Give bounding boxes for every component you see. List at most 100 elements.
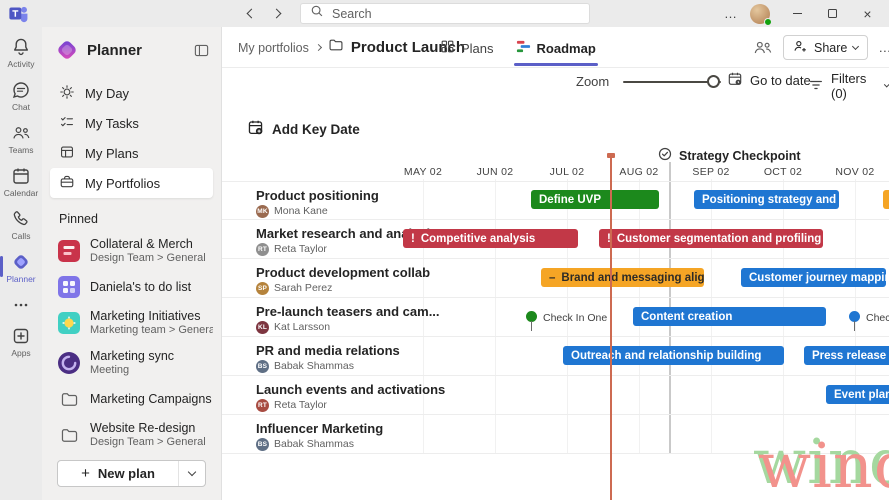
task-bar[interactable]: Event planning bbox=[826, 385, 889, 404]
task-bar[interactable]: Positioning strategy and mess... bbox=[694, 190, 839, 209]
pinned-plan[interactable]: Marketing Campaigns bbox=[42, 383, 221, 415]
key-date-label: Strategy Checkpoint bbox=[679, 149, 801, 163]
pinned-plan[interactable]: Marketing syncMeeting bbox=[42, 343, 221, 383]
sidebar-item-my-tasks[interactable]: My Tasks bbox=[50, 108, 213, 138]
row-owner: Reta Taylor bbox=[274, 399, 327, 411]
titlebar-more-icon[interactable]: … bbox=[724, 6, 738, 21]
row-title: PR and media relations bbox=[256, 343, 400, 358]
rail-item-planner[interactable]: Planner bbox=[0, 247, 42, 290]
pinned-plan-title: Marketing Campaigns bbox=[90, 391, 212, 407]
pinned-plan[interactable]: Website Re-designDesign Team > General bbox=[42, 415, 221, 455]
task-flag-icon: – bbox=[549, 272, 555, 284]
sidebar-item-my-plans[interactable]: My Plans bbox=[50, 138, 213, 168]
pinned-plan[interactable]: Marketing InitiativesMarketing team > Ge… bbox=[42, 303, 221, 343]
close-icon[interactable]: × bbox=[854, 0, 881, 27]
task-bar[interactable]: Outreach and relationship building bbox=[563, 346, 784, 365]
sidebar-item-label: My Tasks bbox=[85, 116, 139, 131]
forward-icon[interactable] bbox=[272, 9, 282, 19]
portfolio-icon bbox=[59, 174, 75, 193]
new-plan-dropdown[interactable] bbox=[178, 461, 205, 486]
task-bar[interactable]: Content creation bbox=[633, 307, 826, 326]
filters-button[interactable]: Filters (0) bbox=[808, 71, 889, 101]
rail-item-more[interactable] bbox=[0, 290, 42, 321]
row-owner: Reta Taylor bbox=[274, 243, 327, 255]
sun-icon bbox=[59, 84, 75, 103]
milestone-label: Check In bbox=[866, 312, 889, 324]
breadcrumb-portfolios-link[interactable]: My portfolios bbox=[238, 41, 309, 55]
task-bar[interactable]: !Customer segmentation and profiling bbox=[599, 229, 823, 248]
folder-icon bbox=[58, 424, 80, 446]
back-icon[interactable] bbox=[247, 9, 257, 19]
search-input[interactable]: Search bbox=[300, 3, 590, 24]
planner-logo-icon bbox=[55, 38, 79, 62]
search-icon bbox=[310, 4, 324, 23]
teams-icon bbox=[11, 123, 31, 143]
plan-more-icon[interactable]: … bbox=[878, 40, 889, 55]
avatar: RT bbox=[256, 399, 269, 412]
rail-item-teams[interactable]: Teams bbox=[0, 118, 42, 161]
milestone-marker[interactable]: Check In One bbox=[526, 311, 537, 322]
task-bar[interactable]: Define UVP bbox=[531, 190, 659, 209]
tab-roadmap[interactable]: Roadmap bbox=[514, 32, 598, 67]
planner-icon bbox=[11, 252, 31, 272]
row-owner: Babak Shammas bbox=[274, 360, 354, 372]
task-bar[interactable] bbox=[883, 190, 889, 209]
roadmap-row: Influencer MarketingBSBabak Shammas bbox=[222, 415, 889, 454]
plans-icon bbox=[59, 144, 75, 163]
pinned-plan-subtitle: Design Team > General bbox=[90, 436, 206, 450]
milestone-marker[interactable]: Check In bbox=[849, 311, 860, 322]
tab-label: Plans bbox=[461, 41, 494, 56]
avatar: KL bbox=[256, 321, 269, 334]
go-to-date-label: Go to date bbox=[750, 73, 811, 88]
main-content: My portfolios Product Launch PlansRoadma… bbox=[221, 27, 889, 500]
pinned-plan-text: Marketing InitiativesMarketing team > Ge… bbox=[90, 308, 213, 338]
pinned-plan[interactable]: Collateral & MerchDesign Team > General bbox=[42, 231, 221, 271]
chevron-down-icon bbox=[883, 81, 889, 88]
rail-item-label: Activity bbox=[8, 59, 35, 69]
task-bar[interactable]: Customer journey mapping bbox=[741, 268, 886, 287]
zoom-slider[interactable] bbox=[623, 75, 721, 89]
new-plan-main[interactable]: + New plan bbox=[58, 461, 178, 486]
pinned-plan-text: Marketing Campaigns bbox=[90, 391, 212, 407]
sidebar-item-my-day[interactable]: My Day bbox=[50, 78, 213, 108]
task-bar[interactable]: Press release writing bbox=[804, 346, 889, 365]
tab-plans[interactable]: Plans bbox=[438, 32, 496, 67]
search-placeholder: Search bbox=[332, 7, 372, 21]
plan-tabs: Plans Roadmap bbox=[438, 32, 598, 67]
rail-item-calls[interactable]: Calls bbox=[0, 204, 42, 247]
pinned-plan-title: Website Re-design bbox=[90, 420, 206, 436]
teams-app-window: Search … × Activity ChatTeamsCalendarCall… bbox=[0, 0, 889, 500]
bell-icon bbox=[11, 37, 31, 57]
new-plan-button[interactable]: + New plan bbox=[57, 460, 206, 487]
new-plan-label: New plan bbox=[98, 466, 155, 481]
tasks-icon bbox=[59, 114, 75, 133]
key-date-marker[interactable]: Strategy Checkpoint bbox=[658, 147, 801, 164]
collapse-panel-icon[interactable] bbox=[189, 38, 213, 62]
folder-icon bbox=[58, 388, 80, 410]
pinned-plan[interactable]: Daniela's to do list bbox=[42, 271, 221, 303]
task-bar[interactable]: !Competitive analysis bbox=[403, 229, 578, 248]
maximize-icon[interactable] bbox=[819, 0, 846, 27]
presence-available-icon bbox=[764, 18, 772, 26]
sidebar-item-my-portfolios[interactable]: My Portfolios bbox=[50, 168, 213, 198]
minimize-icon[interactable] bbox=[784, 0, 811, 27]
pinned-plan-title: Collateral & Merch bbox=[90, 236, 206, 252]
teams-logo-icon[interactable] bbox=[8, 3, 30, 24]
rail-item-chat[interactable]: Chat bbox=[0, 75, 42, 118]
plan-tile-icon bbox=[58, 312, 80, 334]
pinned-plan-title: Marketing sync bbox=[90, 348, 174, 364]
chevron-down-icon bbox=[188, 468, 196, 476]
rail-item-calendar[interactable]: Calendar bbox=[0, 161, 42, 204]
task-bar[interactable]: –Brand and messaging alignment bbox=[541, 268, 704, 287]
user-avatar[interactable] bbox=[750, 4, 770, 24]
go-to-date-button[interactable]: Go to date bbox=[727, 71, 811, 90]
add-key-date-button[interactable]: Add Key Date bbox=[247, 119, 360, 139]
plan-header: My portfolios Product Launch PlansRoadma… bbox=[222, 27, 889, 68]
zoom-slider-handle[interactable] bbox=[707, 75, 720, 88]
members-icon[interactable] bbox=[753, 39, 773, 56]
calendar-icon bbox=[11, 166, 31, 186]
task-bar-label: Competitive analysis bbox=[421, 233, 535, 245]
rail-item-apps[interactable]: Apps bbox=[0, 321, 42, 364]
share-button[interactable]: Share bbox=[783, 35, 868, 60]
rail-item-activity[interactable]: Activity bbox=[0, 32, 42, 75]
